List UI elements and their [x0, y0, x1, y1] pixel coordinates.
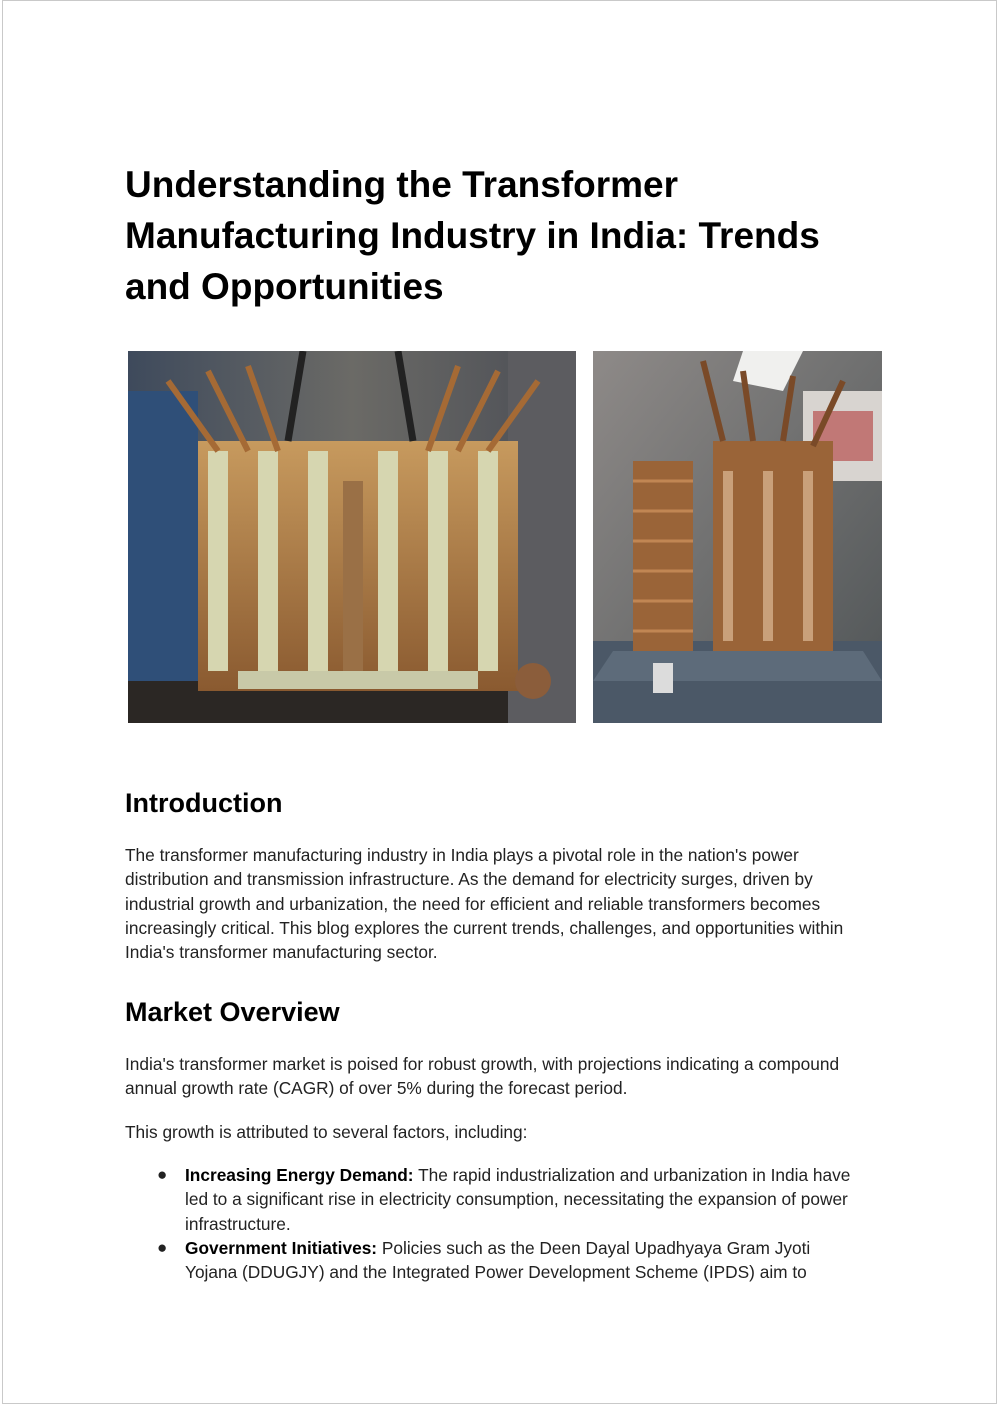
- transformer-photo-left: [128, 351, 576, 723]
- bullet-icon: ●: [157, 1237, 168, 1257]
- list-item-label: Government Initiatives:: [185, 1237, 378, 1258]
- bullet-icon: ●: [157, 1165, 168, 1184]
- document-page: Understanding the Transformer Manufactur…: [2, 0, 997, 1404]
- transformer-photo-right: [593, 351, 882, 723]
- market-overview-heading: Market Overview: [125, 997, 340, 1027]
- introduction-paragraph: The transformer manufacturing industry i…: [125, 845, 844, 963]
- list-item-label: Increasing Energy Demand:: [185, 1165, 414, 1185]
- figure-row: [128, 351, 882, 723]
- introduction-heading: Introduction: [125, 788, 283, 818]
- growth-factors-intro: This growth is attributed to several fac…: [125, 1122, 528, 1142]
- growth-factors-list: ● Increasing Energy Demand: The rapid in…: [125, 1163, 885, 1284]
- list-item: ● Government Initiatives: Policies such …: [125, 1236, 865, 1285]
- page-title: Understanding the Transformer Manufactur…: [125, 164, 820, 307]
- list-item: ● Increasing Energy Demand: The rapid in…: [125, 1163, 865, 1236]
- market-overview-paragraph: India's transformer market is poised for…: [125, 1054, 840, 1099]
